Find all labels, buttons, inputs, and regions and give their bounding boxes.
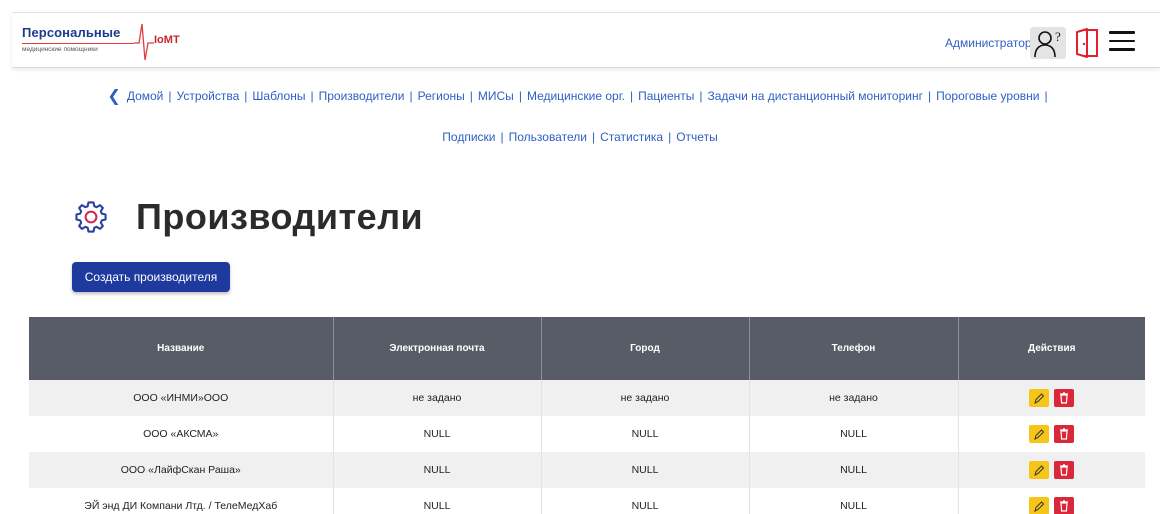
cell-name: ЭЙ энд ДИ Компани Лтд. / ТелеМедХаб — [29, 488, 334, 514]
column-header-name[interactable]: Название — [29, 317, 334, 380]
current-user-link[interactable]: Администратор — [945, 36, 1032, 50]
delete-button[interactable] — [1054, 389, 1075, 407]
cell-actions — [958, 488, 1145, 514]
trash-icon — [1060, 500, 1069, 512]
cell-phone: NULL — [749, 452, 959, 488]
hamburger-menu-icon[interactable] — [1109, 31, 1135, 53]
create-manufacturer-button[interactable]: Создать производителя — [72, 262, 230, 292]
column-header-actions: Действия — [958, 317, 1145, 380]
cell-actions — [958, 380, 1145, 416]
table-header-row: Название Электронная почта Город Телефон… — [29, 317, 1145, 380]
cell-actions — [958, 416, 1145, 452]
nav-link-home[interactable]: Домой — [127, 89, 164, 103]
gear-icon — [75, 201, 107, 233]
nav-line-1: ❮ Домой | Устройства | Шаблоны | Производители |… — [107, 88, 1048, 105]
edit-button[interactable] — [1029, 461, 1050, 479]
nav-link-regions[interactable]: Регионы — [418, 89, 465, 103]
logo-subtitle: медицинские помощники — [22, 46, 98, 53]
cell-name: ООО «ЛайфСкан Раша» — [29, 452, 334, 488]
cell-email: не задано — [333, 380, 542, 416]
column-header-phone[interactable]: Телефон — [749, 317, 959, 380]
nav-link-statistics[interactable]: Статистика — [600, 130, 663, 144]
logo-title: Персональные — [22, 25, 121, 40]
cell-email: NULL — [333, 452, 542, 488]
table-row[interactable]: ЭЙ энд ДИ Компани Лтд. / ТелеМедХаб NULL… — [29, 488, 1145, 514]
table-row[interactable]: ООО «ЛайфСкан Раша» NULL NULL NULL — [29, 452, 1145, 488]
pencil-icon — [1034, 501, 1045, 512]
nav-link-reports[interactable]: Отчеты — [676, 130, 717, 144]
trash-icon — [1060, 392, 1069, 404]
cell-email: NULL — [333, 416, 542, 452]
cell-phone: NULL — [749, 488, 959, 514]
cell-phone: NULL — [749, 416, 959, 452]
cell-name: ООО «ИНМИ»ООО — [29, 380, 334, 416]
cell-name: ООО «АКСМА» — [29, 416, 334, 452]
trash-icon — [1060, 464, 1069, 476]
delete-button[interactable] — [1054, 497, 1075, 514]
table-row[interactable]: ООО «АКСМА» NULL NULL NULL — [29, 416, 1145, 452]
top-header: Персональные медицинские помощники IoMT … — [12, 12, 1160, 68]
nav-link-patients[interactable]: Пациенты — [638, 89, 694, 103]
table-row[interactable]: ООО «ИНМИ»ООО не задано не задано не зад… — [29, 380, 1145, 416]
svg-text:?: ? — [1055, 29, 1061, 44]
cell-actions — [958, 452, 1145, 488]
cell-phone: не задано — [749, 380, 959, 416]
nav-link-remote-monitoring[interactable]: Задачи на дистанционный мониторинг — [708, 89, 923, 103]
pencil-icon — [1034, 393, 1045, 404]
delete-button[interactable] — [1054, 461, 1075, 479]
main-navigation: ❮ Домой | Устройства | Шаблоны | Производители |… — [0, 88, 1160, 145]
nav-link-devices[interactable]: Устройства — [177, 89, 240, 103]
nav-link-users[interactable]: Пользователи — [509, 130, 587, 144]
edit-button[interactable] — [1029, 425, 1050, 443]
cell-city: NULL — [541, 416, 750, 452]
cell-city: не задано — [541, 380, 750, 416]
edit-button[interactable] — [1029, 389, 1050, 407]
logo-underline — [22, 43, 134, 44]
nav-link-medical-orgs[interactable]: Медицинские орг. — [527, 89, 625, 103]
app-logo[interactable]: Персональные медицинские помощники IoMT — [22, 22, 192, 64]
chevron-left-icon[interactable]: ❮ — [107, 89, 120, 105]
pulse-icon — [134, 23, 154, 61]
page-title: Производители — [136, 196, 424, 237]
nav-link-templates[interactable]: Шаблоны — [252, 89, 305, 103]
help-question-icon[interactable]: ? — [1030, 27, 1066, 59]
delete-button[interactable] — [1054, 425, 1075, 443]
logo-brand: IoMT — [154, 34, 180, 46]
pencil-icon — [1034, 429, 1045, 440]
nav-link-mis[interactable]: МИСы — [478, 89, 514, 103]
cell-city: NULL — [541, 488, 750, 514]
pencil-icon — [1034, 465, 1045, 476]
nav-link-manufacturers[interactable]: Производители — [319, 89, 405, 103]
edit-button[interactable] — [1029, 497, 1050, 514]
nav-link-thresholds[interactable]: Пороговые уровни — [936, 89, 1039, 103]
manufacturers-table: Название Электронная почта Город Телефон… — [29, 317, 1145, 514]
cell-city: NULL — [541, 452, 750, 488]
column-header-city[interactable]: Город — [541, 317, 750, 380]
logout-door-icon[interactable] — [1073, 27, 1103, 59]
nav-line-2: Подписки | Пользователи | Статистика | Отчеты — [442, 130, 718, 144]
column-header-email[interactable]: Электронная почта — [333, 317, 542, 380]
cell-email: NULL — [333, 488, 542, 514]
nav-link-subscriptions[interactable]: Подписки — [442, 130, 495, 144]
trash-icon — [1060, 428, 1069, 440]
